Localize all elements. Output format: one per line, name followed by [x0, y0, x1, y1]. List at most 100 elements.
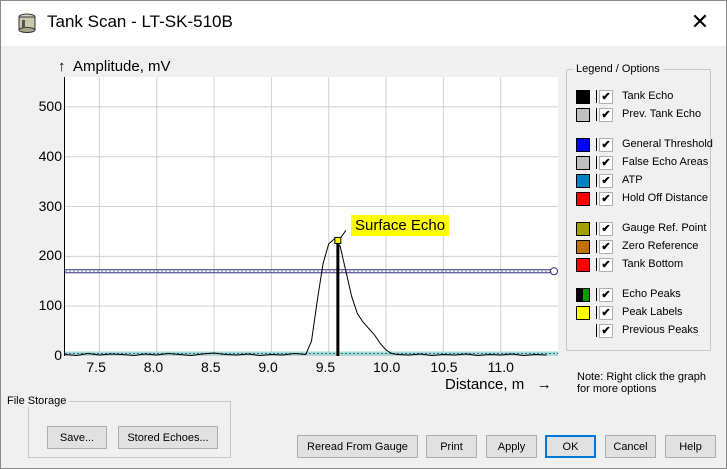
x-tick-label: 7.5 — [86, 359, 106, 375]
legend-checkbox[interactable]: ✔ — [599, 174, 613, 188]
legend-checkbox[interactable]: ✔ — [599, 222, 613, 236]
legend-separator — [596, 222, 597, 235]
tank-icon — [18, 13, 36, 33]
legend-checkbox[interactable]: ✔ — [599, 306, 613, 320]
legend-separator — [596, 156, 597, 169]
echo-peak-point — [334, 236, 342, 244]
peak-label: Surface Echo — [351, 215, 450, 236]
legend-color-swatch — [576, 108, 590, 122]
y-tick-label: 400 — [38, 147, 62, 164]
reread-from-gauge-button[interactable]: Reread From Gauge — [297, 435, 418, 458]
legend-checkbox[interactable]: ✔ — [599, 192, 613, 206]
echo-chart[interactable] — [64, 77, 558, 357]
legend-separator — [596, 288, 597, 301]
legend-item[interactable]: ✔ General Threshold — [576, 138, 713, 152]
legend-color-swatch — [576, 192, 590, 206]
legend-color-swatch — [576, 258, 590, 272]
legend-separator — [596, 240, 597, 253]
echo-plot-area[interactable] — [64, 77, 558, 357]
legend-item[interactable]: ✔ Tank Echo — [576, 90, 711, 104]
legend-color-swatch — [576, 288, 590, 302]
up-arrow-icon: ↑ — [58, 58, 66, 75]
legend-checkbox[interactable]: ✔ — [599, 156, 613, 170]
legend-title: Legend / Options — [576, 63, 660, 75]
y-tick-label: 100 — [38, 297, 62, 314]
legend-separator — [596, 138, 597, 151]
right-click-note: Note: Right click the graph for more opt… — [577, 371, 707, 395]
legend-separator — [596, 108, 597, 121]
legend-item[interactable]: ✔ False Echo Areas — [576, 156, 711, 170]
print-button[interactable]: Print — [426, 435, 477, 458]
y-tick-label: 300 — [38, 197, 62, 214]
legend-checkbox[interactable]: ✔ — [599, 288, 613, 302]
y-tick-label: 0 — [54, 347, 62, 363]
x-tick-label: 10.5 — [430, 359, 458, 375]
x-tick-label: 11.0 — [487, 359, 514, 375]
file-storage-title: File Storage — [7, 395, 67, 407]
legend-label: Tank Bottom — [622, 258, 684, 270]
apply-button[interactable]: Apply — [486, 435, 537, 458]
x-tick-label: 10.0 — [373, 359, 401, 375]
legend-color-swatch — [576, 240, 590, 254]
ok-button[interactable]: OK — [545, 435, 596, 458]
legend-item[interactable]: ✔ Echo Peaks — [576, 288, 711, 302]
cancel-button[interactable]: Cancel — [605, 435, 656, 458]
legend-separator — [596, 90, 597, 103]
legend-label: Zero Reference — [622, 240, 699, 252]
x-axis-title: Distance, m → — [445, 376, 552, 393]
legend-checkbox[interactable]: ✔ — [599, 324, 613, 338]
close-icon[interactable]: ✕ — [685, 7, 715, 37]
legend-item[interactable]: ✔ Prev. Tank Echo — [576, 108, 711, 122]
legend-label: Gauge Ref. Point — [622, 222, 707, 234]
legend-color-swatch — [576, 90, 590, 104]
save-button[interactable]: Save... — [47, 426, 107, 449]
legend-separator — [596, 174, 597, 187]
legend-color-swatch — [576, 138, 590, 152]
legend-checkbox[interactable]: ✔ — [599, 240, 613, 254]
legend-separator — [596, 192, 597, 205]
peak-label-leader — [340, 230, 347, 238]
legend-color-swatch — [576, 306, 590, 320]
x-tick-label: 8.0 — [143, 359, 164, 375]
legend-item[interactable]: ✔ Peak Labels — [576, 306, 711, 320]
legend-color-swatch — [576, 222, 590, 236]
threshold-handle — [550, 267, 558, 276]
legend-label: Prev. Tank Echo — [622, 108, 702, 120]
window-title: Tank Scan - LT-SK-510B — [47, 12, 233, 31]
legend-checkbox[interactable]: ✔ — [599, 258, 613, 272]
x-tick-label: 9.0 — [258, 359, 278, 375]
legend-label: Hold Off Distance — [622, 192, 709, 204]
legend-item[interactable]: ✔ Previous Peaks — [576, 324, 711, 338]
x-tick-label: 9.5 — [315, 359, 336, 375]
legend-color-swatch — [576, 174, 590, 188]
help-button[interactable]: Help — [665, 435, 716, 458]
legend-label: Previous Peaks — [622, 324, 699, 336]
legend-item[interactable]: ✔ Hold Off Distance — [576, 192, 711, 206]
title-bar: Tank Scan - LT-SK-510B ✕ — [1, 1, 726, 46]
legend-item[interactable]: ✔ ATP — [576, 174, 711, 188]
x-tick-label: 8.5 — [201, 359, 221, 375]
right-arrow-icon: → — [536, 376, 552, 393]
legend-label: Echo Peaks — [622, 288, 681, 300]
legend-checkbox[interactable]: ✔ — [599, 108, 613, 122]
legend-item[interactable]: ✔ Tank Bottom — [576, 258, 711, 272]
legend-separator — [596, 306, 597, 319]
legend-item[interactable]: ✔ Gauge Ref. Point — [576, 222, 711, 236]
y-axis-label: Amplitude, mV — [73, 58, 171, 75]
legend-checkbox[interactable]: ✔ — [599, 138, 613, 152]
legend-label: Peak Labels — [622, 306, 683, 318]
stored-echoes-button[interactable]: Stored Echoes... — [118, 426, 218, 449]
y-tick-label: 500 — [38, 97, 62, 114]
x-axis-label: Distance, m — [445, 376, 525, 393]
y-axis-title: ↑ Amplitude, mV — [58, 58, 171, 75]
legend-item[interactable]: ✔ Zero Reference — [576, 240, 711, 254]
legend-separator — [596, 324, 597, 337]
legend-label: Tank Echo — [622, 90, 674, 102]
legend-label: ATP — [622, 174, 643, 186]
legend-label: False Echo Areas — [622, 156, 709, 168]
legend-separator — [596, 258, 597, 271]
legend-checkbox[interactable]: ✔ — [599, 90, 613, 104]
legend-label: General Threshold — [622, 138, 713, 150]
y-tick-label: 200 — [38, 247, 62, 264]
legend-color-swatch — [576, 156, 590, 170]
